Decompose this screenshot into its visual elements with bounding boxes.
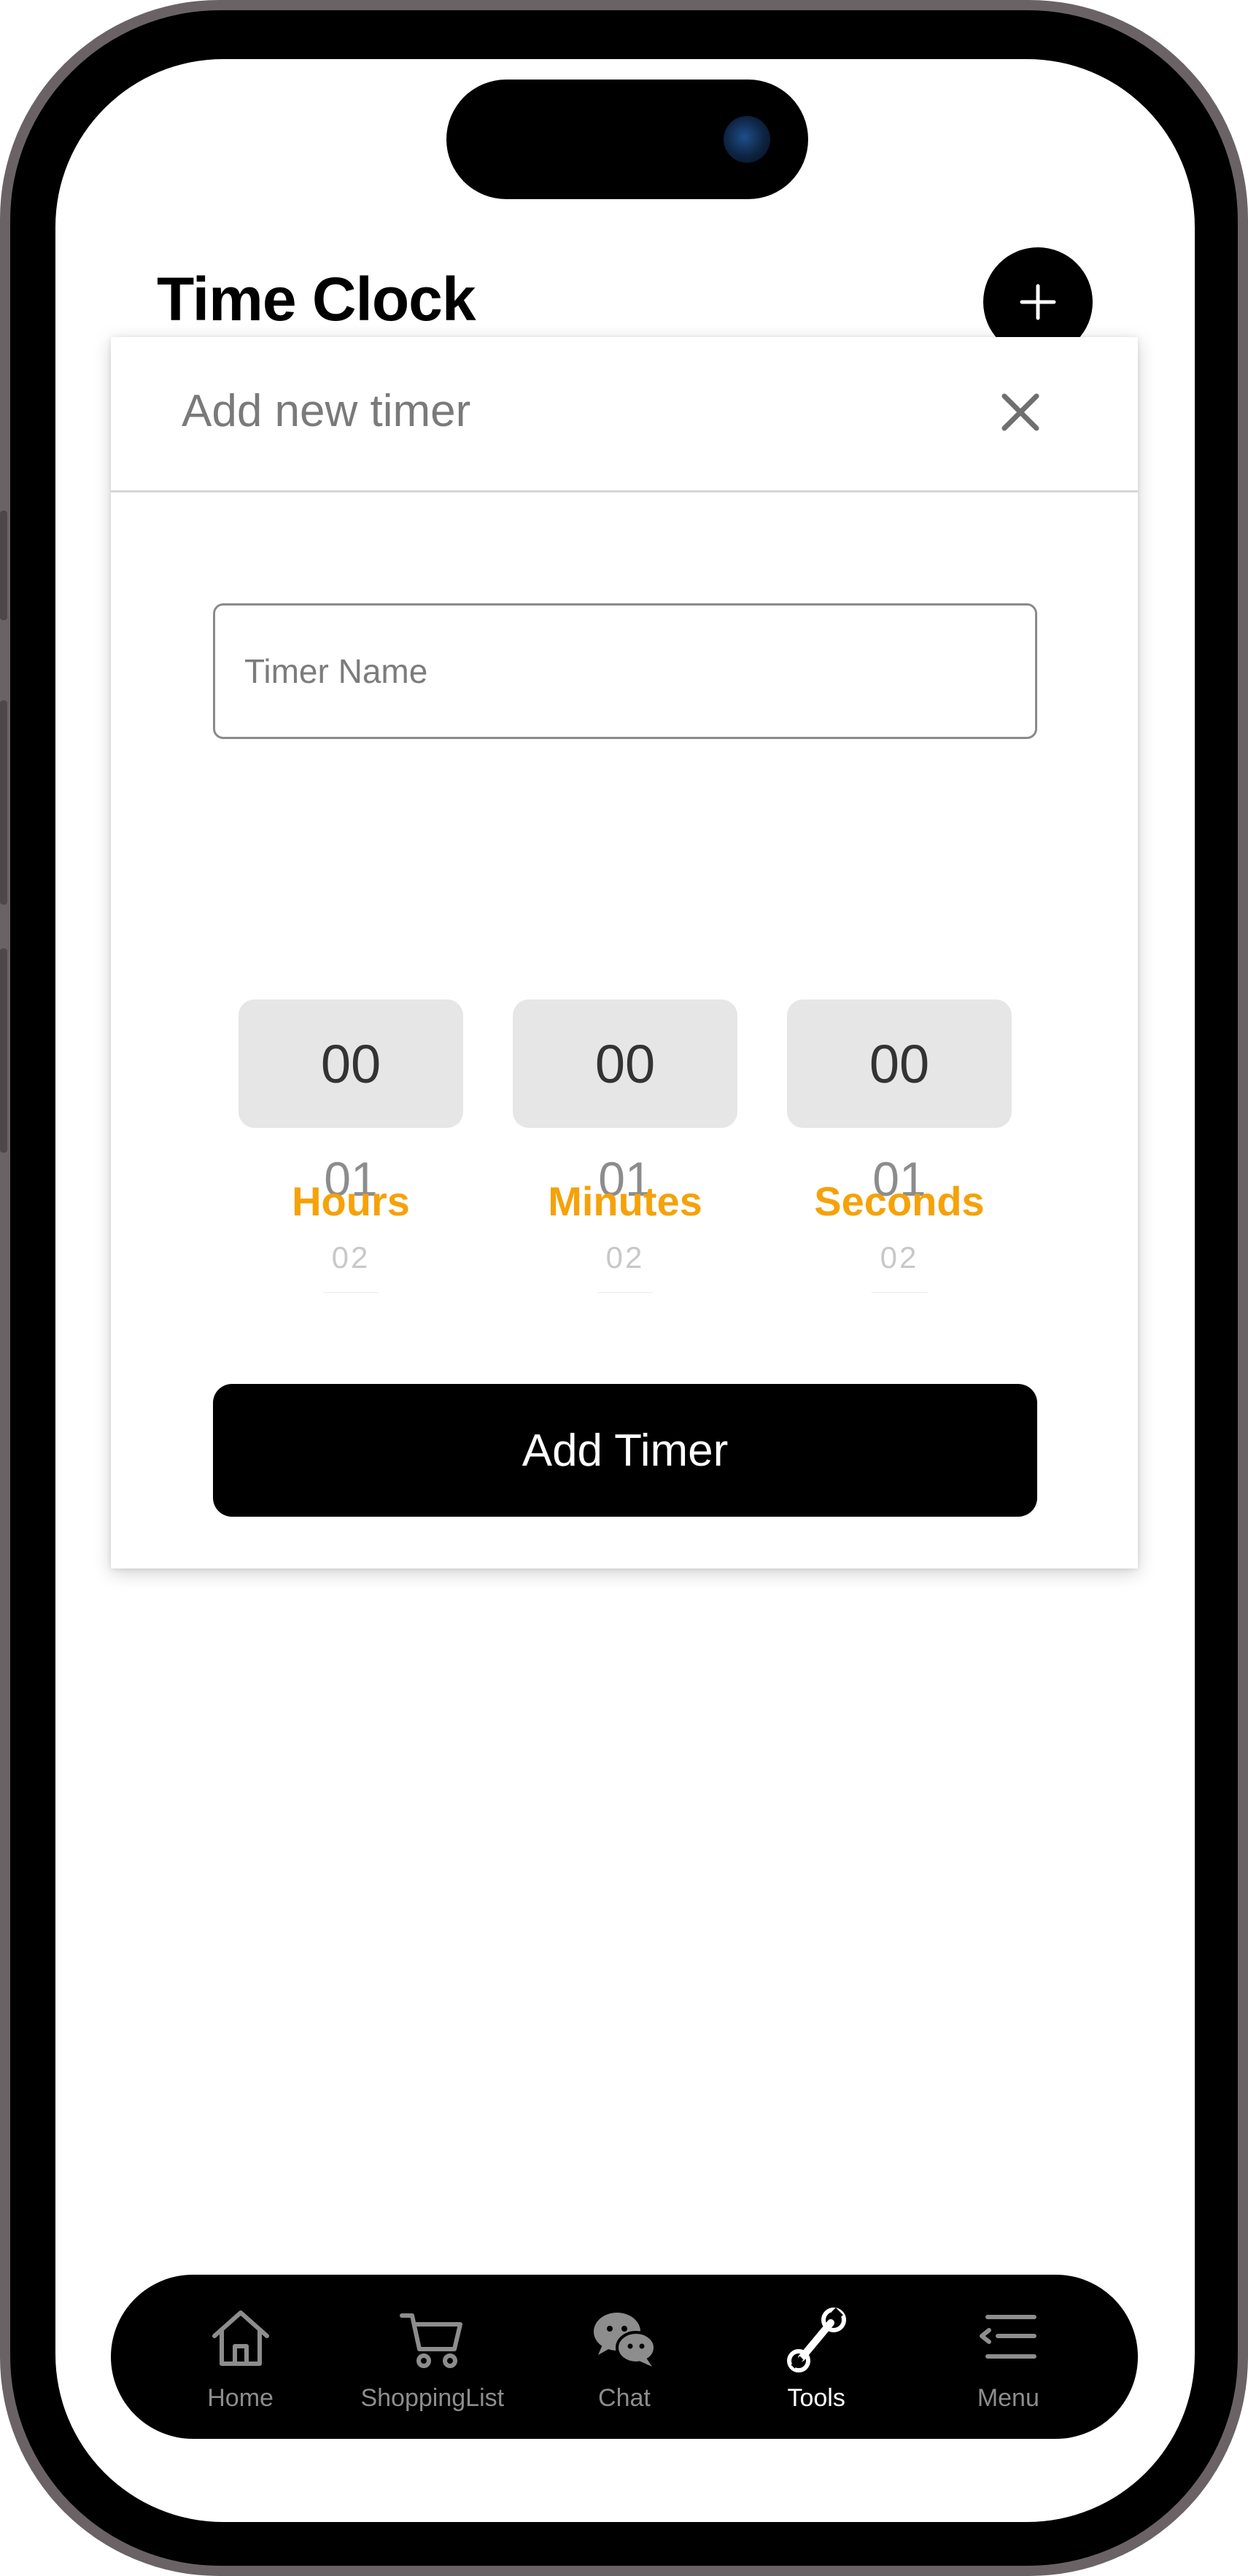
timer-name-input[interactable]	[213, 603, 1037, 739]
dynamic-island	[446, 80, 808, 199]
screen: Time Clock Add new timer 00 01 02	[55, 59, 1195, 2522]
nav-item-shoppinglist[interactable]: ShoppingList	[345, 2275, 520, 2439]
modal-header: Add new timer	[111, 337, 1138, 492]
seconds-value[interactable]: 00	[787, 999, 1012, 1128]
nav-label-menu: Menu	[977, 2384, 1039, 2412]
seconds-picker[interactable]: 00 01 02 Seconds	[787, 999, 1012, 1313]
bottom-nav: Home ShoppingList Chat Tools Menu	[111, 2275, 1138, 2439]
minutes-next2-value: 02	[605, 1240, 645, 1275]
volume-up-button	[0, 700, 7, 905]
action-button	[0, 511, 7, 620]
hours-label: Hours	[292, 1178, 410, 1224]
seconds-label: Seconds	[814, 1178, 985, 1224]
plus-icon	[1020, 284, 1056, 320]
nav-item-tools[interactable]: Tools	[729, 2275, 904, 2439]
home-icon	[212, 2310, 269, 2366]
camera-icon	[724, 116, 770, 163]
nav-label-shoppinglist: ShoppingList	[360, 2384, 505, 2412]
close-button[interactable]	[995, 387, 1046, 438]
phone-frame: Time Clock Add new timer 00 01 02	[0, 0, 1248, 2576]
volume-down-button	[0, 948, 7, 1153]
menu-icon	[980, 2315, 1037, 2359]
nav-label-home: Home	[207, 2384, 274, 2412]
add-timer-modal: Add new timer 00 01 02 Hours 00 01 02	[111, 337, 1138, 1569]
minutes-picker[interactable]: 00 01 02 Minutes	[513, 999, 737, 1313]
minutes-fade	[513, 1287, 737, 1293]
minutes-label: Minutes	[548, 1178, 702, 1224]
hours-next2-value: 02	[331, 1240, 371, 1275]
tools-icon	[787, 2308, 847, 2372]
seconds-fade	[787, 1287, 1012, 1293]
nav-item-menu[interactable]: Menu	[921, 2275, 1096, 2439]
page-title: Time Clock	[157, 265, 476, 333]
hours-picker[interactable]: 00 01 02 Hours	[239, 999, 463, 1313]
modal-title: Add new timer	[182, 386, 471, 436]
nav-label-tools: Tools	[787, 2384, 845, 2412]
seconds-next2-value: 02	[880, 1240, 919, 1275]
nav-item-chat[interactable]: Chat	[537, 2275, 712, 2439]
add-timer-button[interactable]: Add Timer	[213, 1384, 1037, 1517]
nav-item-home[interactable]: Home	[153, 2275, 328, 2439]
close-icon	[1001, 393, 1039, 431]
nav-label-chat: Chat	[598, 2384, 651, 2412]
chat-icon	[593, 2313, 656, 2367]
cart-icon	[399, 2313, 462, 2368]
hours-fade	[239, 1287, 463, 1293]
hours-value[interactable]: 00	[239, 999, 463, 1128]
minutes-value[interactable]: 00	[513, 999, 737, 1128]
